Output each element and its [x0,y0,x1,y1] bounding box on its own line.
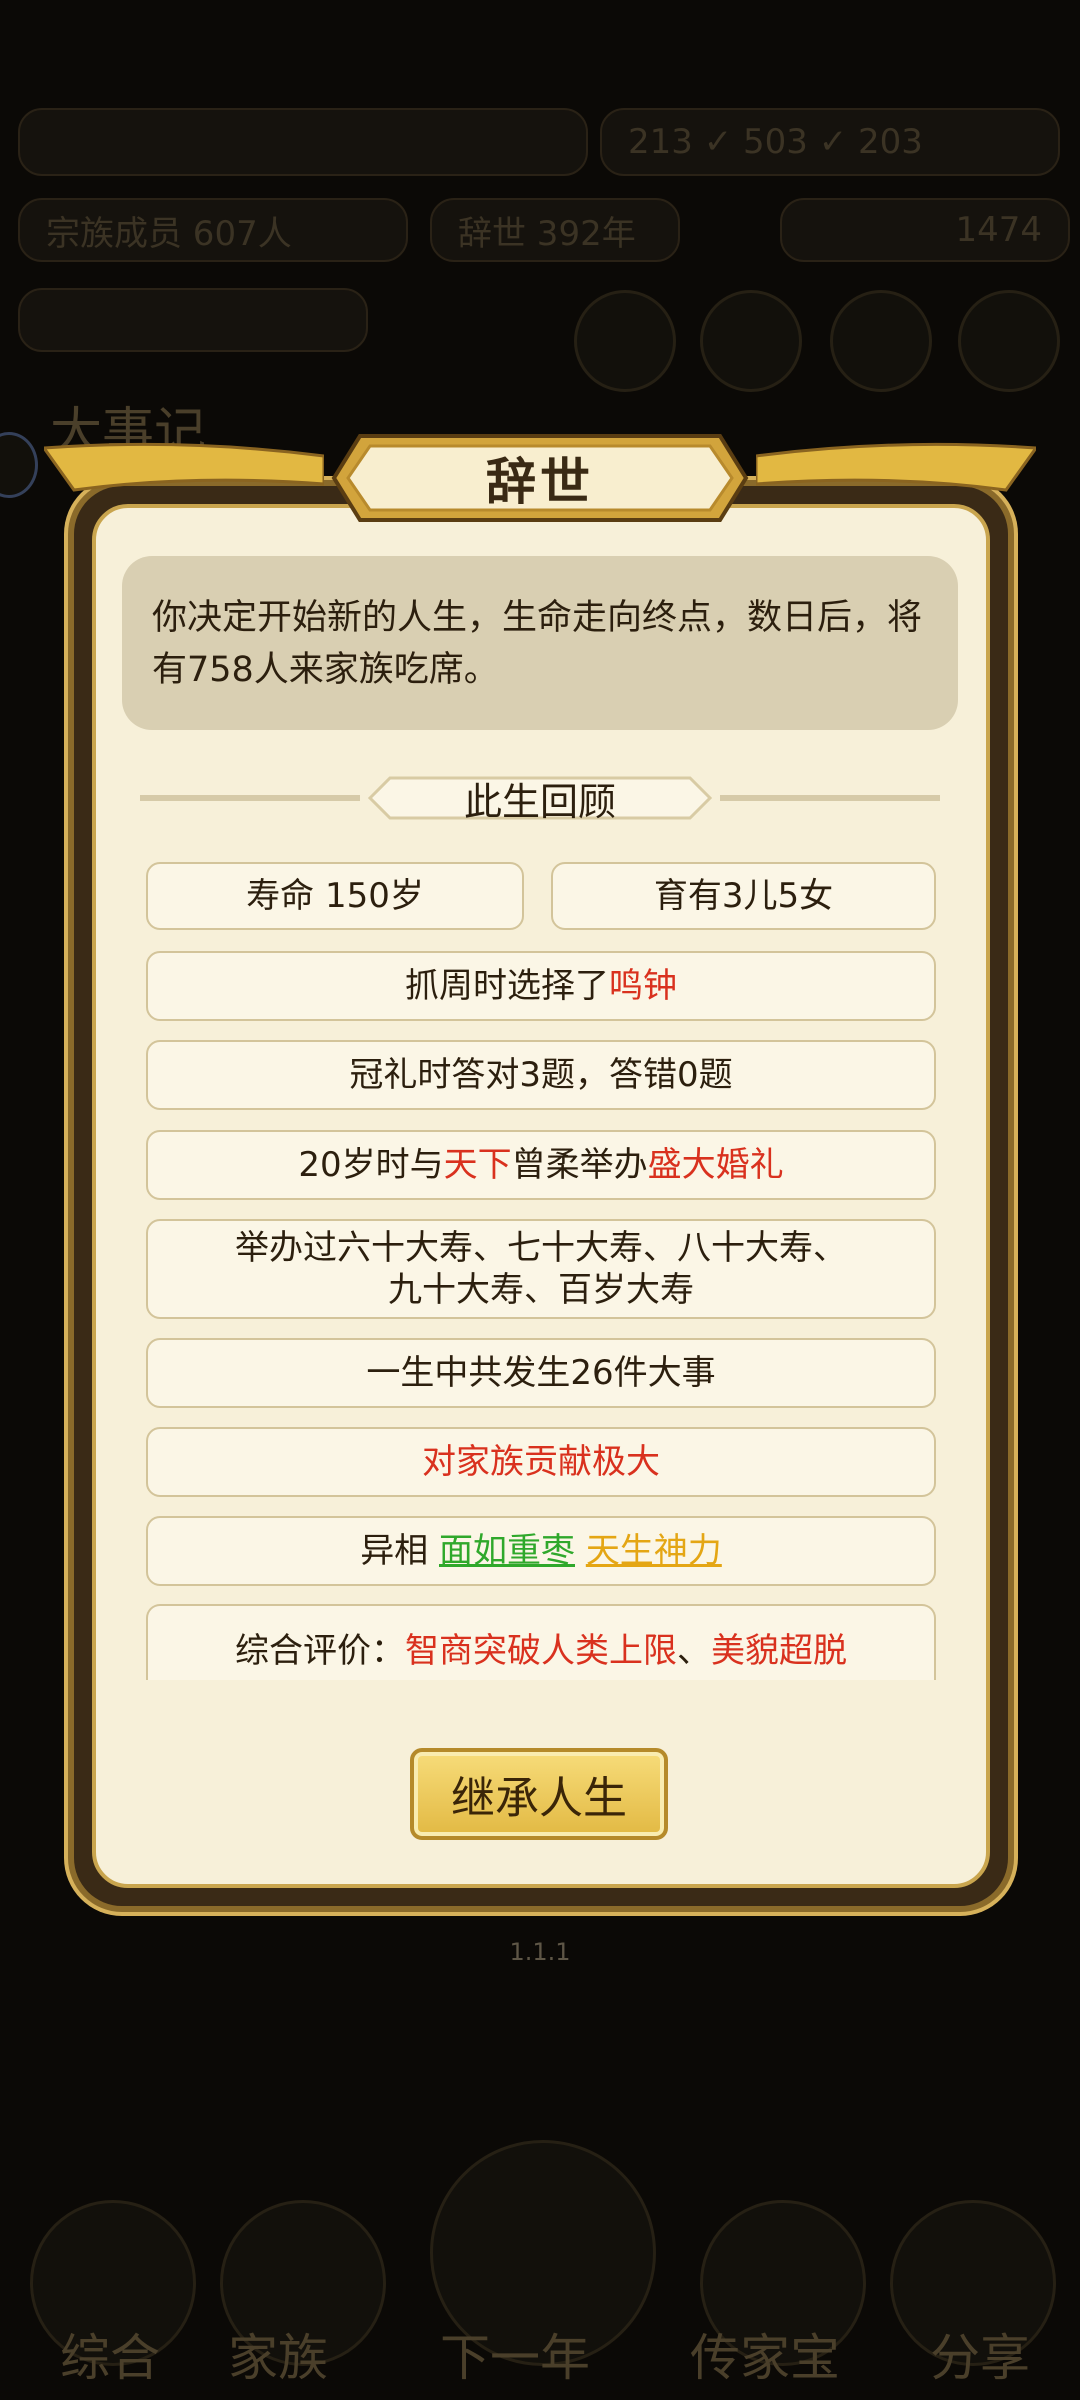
overall-row: 综合评价： 智商突破人类上限、美貌超脱 [146,1604,936,1680]
bg-left-pill [18,108,588,176]
lifespan-text: 寿命 150岁 [246,876,424,916]
events-text: 一生中共发生26件大事 [366,1353,716,1393]
title-wing-right-ornament [756,442,1036,492]
marriage-mid: 曾柔举办 [511,1145,648,1185]
bg-nav-label-5: 分享 [930,2329,1030,2387]
review-title: 此生回顾 [463,779,616,824]
bg-nav-label-1: 综合 [60,2329,160,2387]
bg-nav-label-3: 下一年 [440,2329,590,2387]
bg-nav-label-2: 家族 [228,2329,328,2387]
contribution-text: 对家族贡献极大 [422,1442,660,1482]
marriage-row: 20岁时与 天下 曾柔举办 盛大婚礼 [146,1130,936,1200]
marriage-place: 天下 [443,1145,512,1185]
zhuazhou-item: 鸣钟 [609,966,677,1006]
lifespan-row: 寿命 150岁 [146,862,524,930]
review-scroll-clip[interactable]: 综合评价： 智商突破人类上限、美貌超脱 [146,1604,936,1680]
omen-row: 异相 面如重枣 天生神力 [146,1516,936,1586]
zhuazhou-prefix: 抓周时选择了 [405,966,609,1006]
birthdays-line-1: 举办过六十大寿、七十大寿、八十大寿、 [235,1228,847,1268]
dialog-title: 辞世 [486,453,594,511]
overall-sep: 、 [677,1631,711,1671]
marriage-type: 盛大婚礼 [647,1145,784,1185]
overall-label: 综合评价： [235,1631,405,1671]
children-text: 育有3儿5女 [653,876,834,916]
bg-btn-save [700,290,802,392]
children-row: 育有3儿5女 [551,862,936,930]
omen-label: 异相 [360,1531,429,1571]
contribution-row: 对家族贡献极大 [146,1427,936,1497]
bg-btn-rank [830,290,932,392]
bg-nav-label-4: 传家宝 [690,2329,840,2387]
overall-trait-2: 美貌超脱 [711,1631,847,1671]
bg-coins-pill: 1474 [780,198,1070,262]
omen-trait-1[interactable]: 面如重枣 [439,1530,575,1572]
bg-btn-change [574,290,676,392]
marriage-prefix: 20岁时与 [298,1145,444,1185]
death-description: 你决定开始新的人生，生命走向终点，数日后，将有758人来家族吃席。 [122,556,958,730]
inherit-life-button[interactable]: 继承人生 [410,1748,668,1840]
zhuazhou-row: 抓周时选择了 鸣钟 [146,951,936,1021]
bg-clan-pill: 宗族成员 607人 [18,198,408,262]
events-row: 一生中共发生26件大事 [146,1338,936,1408]
omen-trait-2[interactable]: 天生神力 [586,1530,722,1572]
birthdays-row: 举办过六十大寿、七十大寿、八十大寿、 九十大寿、百岁大寿 [146,1219,936,1319]
version-label: 1.1.1 [509,1938,571,1966]
bg-avatar [0,432,38,498]
title-wing-left-ornament [44,442,324,492]
bg-search-pill [18,288,368,352]
bg-status-pill: 辞世 392年 [430,198,680,262]
overall-trait-1: 智商突破人类上限 [405,1631,677,1671]
bg-btn-settings [958,290,1060,392]
guanli-text: 冠礼时答对3题，答错0题 [349,1055,733,1095]
guanli-row: 冠礼时答对3题，答错0题 [146,1040,936,1110]
birthdays-line-2: 九十大寿、百岁大寿 [388,1270,694,1310]
bg-resource-pill: 213 ✓ 503 ✓ 203 [600,108,1060,176]
